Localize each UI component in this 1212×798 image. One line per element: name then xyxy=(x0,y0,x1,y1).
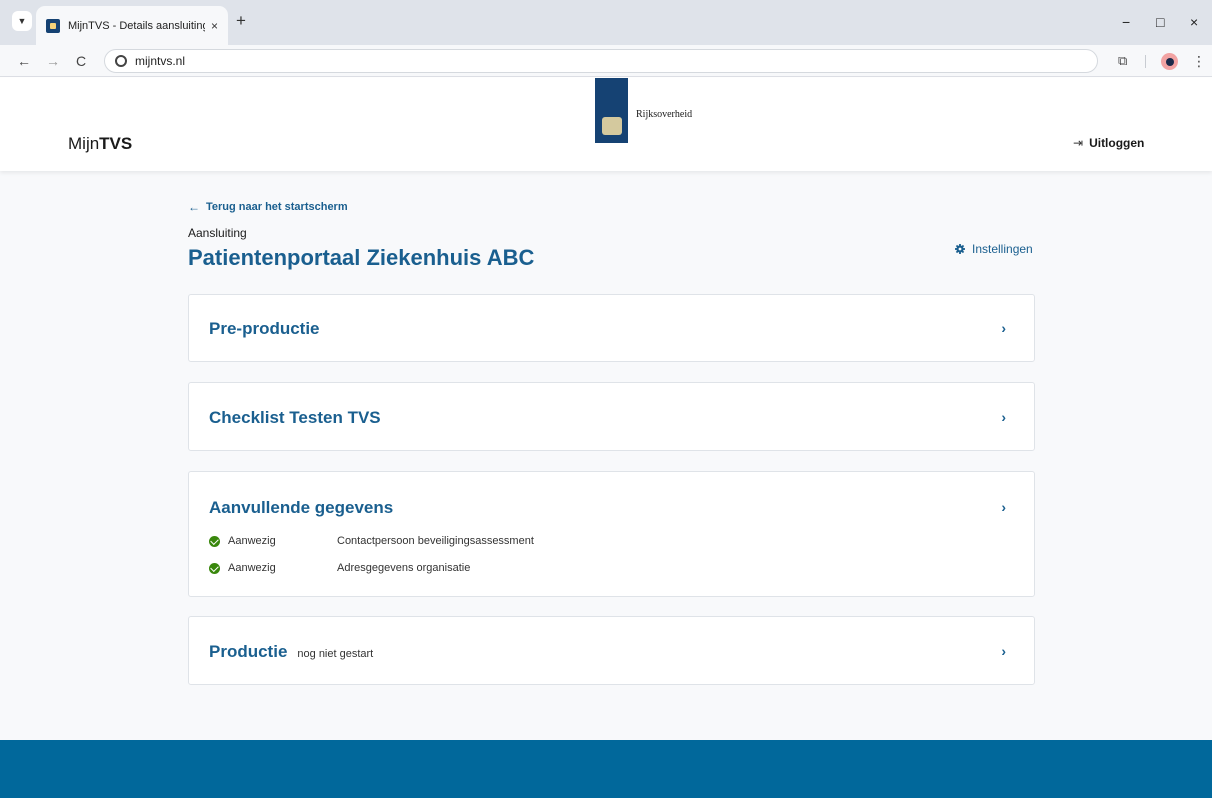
item-label: Adresgegevens organisatie xyxy=(337,562,471,574)
check-circle-icon xyxy=(209,535,220,547)
item-status: Aanwezig xyxy=(228,535,276,547)
browser-address-bar: ← → C mijntvs.nl ⧉ ⋮ xyxy=(0,45,1212,77)
card-checklist-testen[interactable]: Checklist Testen TVS › xyxy=(188,382,1035,451)
forward-button[interactable]: → xyxy=(46,51,60,71)
brand-logo[interactable]: MijnTVS xyxy=(68,134,132,154)
list-item: Aanwezig Adresgegevens organisatie xyxy=(209,562,470,574)
back-to-start-link[interactable]: ← Terug naar het startscherm xyxy=(188,200,348,214)
status-text: nog niet gestart xyxy=(297,648,374,660)
card-pre-productie[interactable]: Pre-productie › xyxy=(188,294,1035,362)
list-item: Aanwezig Contactpersoon beveiligingsasse… xyxy=(209,535,534,547)
logo-text: Rijksoverheid xyxy=(636,109,693,120)
item-status: Aanwezig xyxy=(228,562,276,574)
extensions-icon[interactable]: ⧉ xyxy=(1118,52,1127,70)
settings-label: Instellingen xyxy=(972,242,1033,256)
site-info-icon[interactable] xyxy=(115,55,127,67)
browser-tab-bar: ▼ MijnTVS - Details aansluiting × + − □ … xyxy=(0,0,1212,45)
reload-button[interactable]: C xyxy=(76,51,86,71)
new-tab-button[interactable]: + xyxy=(236,11,246,31)
site-header: MijnTVS Rijksoverheid ⇥ Uitloggen xyxy=(0,78,1212,171)
page-title: Patientenportaal Ziekenhuis ABC xyxy=(188,245,535,270)
section-label: Aansluiting xyxy=(188,226,247,240)
rijksoverheid-logo xyxy=(595,78,628,143)
logout-button[interactable]: ⇥ Uitloggen xyxy=(1073,136,1144,150)
chevron-right-icon: › xyxy=(1001,409,1006,425)
url-text: mijntvs.nl xyxy=(135,54,186,68)
item-label: Contactpersoon beveiligingsassessment xyxy=(337,535,534,547)
rijksoverheid-favicon-icon xyxy=(46,18,60,33)
chevron-right-icon: › xyxy=(1001,499,1006,515)
brand-prefix: Mijn xyxy=(68,134,100,153)
card-title: Checklist Testen TVS xyxy=(209,408,381,427)
tab-close-icon[interactable]: × xyxy=(211,19,218,33)
chevron-right-icon: › xyxy=(1001,643,1006,659)
profile-avatar[interactable] xyxy=(1161,53,1178,70)
brand-strong: TVS xyxy=(99,134,133,153)
url-field[interactable]: mijntvs.nl xyxy=(104,49,1098,73)
card-productie[interactable]: Productie nog niet gestart › xyxy=(188,616,1035,685)
card-title: Pre-productie xyxy=(209,319,320,338)
browser-tab[interactable]: MijnTVS - Details aansluiting × xyxy=(36,6,228,45)
card-title: Productie xyxy=(209,642,288,661)
page: MijnTVS Rijksoverheid ⇥ Uitloggen ← Teru… xyxy=(0,78,1212,798)
back-link-label: Terug naar het startscherm xyxy=(206,201,348,213)
logout-label: Uitloggen xyxy=(1089,136,1145,150)
card-title: Aanvullende gegevens xyxy=(209,498,394,517)
back-button[interactable]: ← xyxy=(17,51,31,71)
card-aanvullende-gegevens[interactable]: Aanvullende gegevens › Aanwezig Contactp… xyxy=(188,471,1035,597)
browser-menu-icon[interactable]: ⋮ xyxy=(1192,51,1206,71)
gear-icon xyxy=(955,244,965,254)
arrow-left-icon: ← xyxy=(188,200,200,214)
chevron-right-icon: › xyxy=(1001,320,1006,336)
settings-link[interactable]: Instellingen xyxy=(955,242,1033,256)
tab-title: MijnTVS - Details aansluiting xyxy=(68,19,205,32)
toolbar-divider xyxy=(1145,55,1146,68)
minimize-button[interactable]: − xyxy=(1122,12,1130,32)
tab-search-chevron-icon[interactable]: ▼ xyxy=(12,11,32,31)
coat-of-arms-icon xyxy=(601,117,622,135)
close-window-button[interactable]: × xyxy=(1190,12,1198,32)
maximize-button[interactable]: □ xyxy=(1156,12,1164,32)
site-footer xyxy=(0,740,1212,798)
logout-icon: ⇥ xyxy=(1073,136,1084,150)
check-circle-icon xyxy=(209,562,220,574)
card-title-row: Productie nog niet gestart xyxy=(209,642,373,662)
